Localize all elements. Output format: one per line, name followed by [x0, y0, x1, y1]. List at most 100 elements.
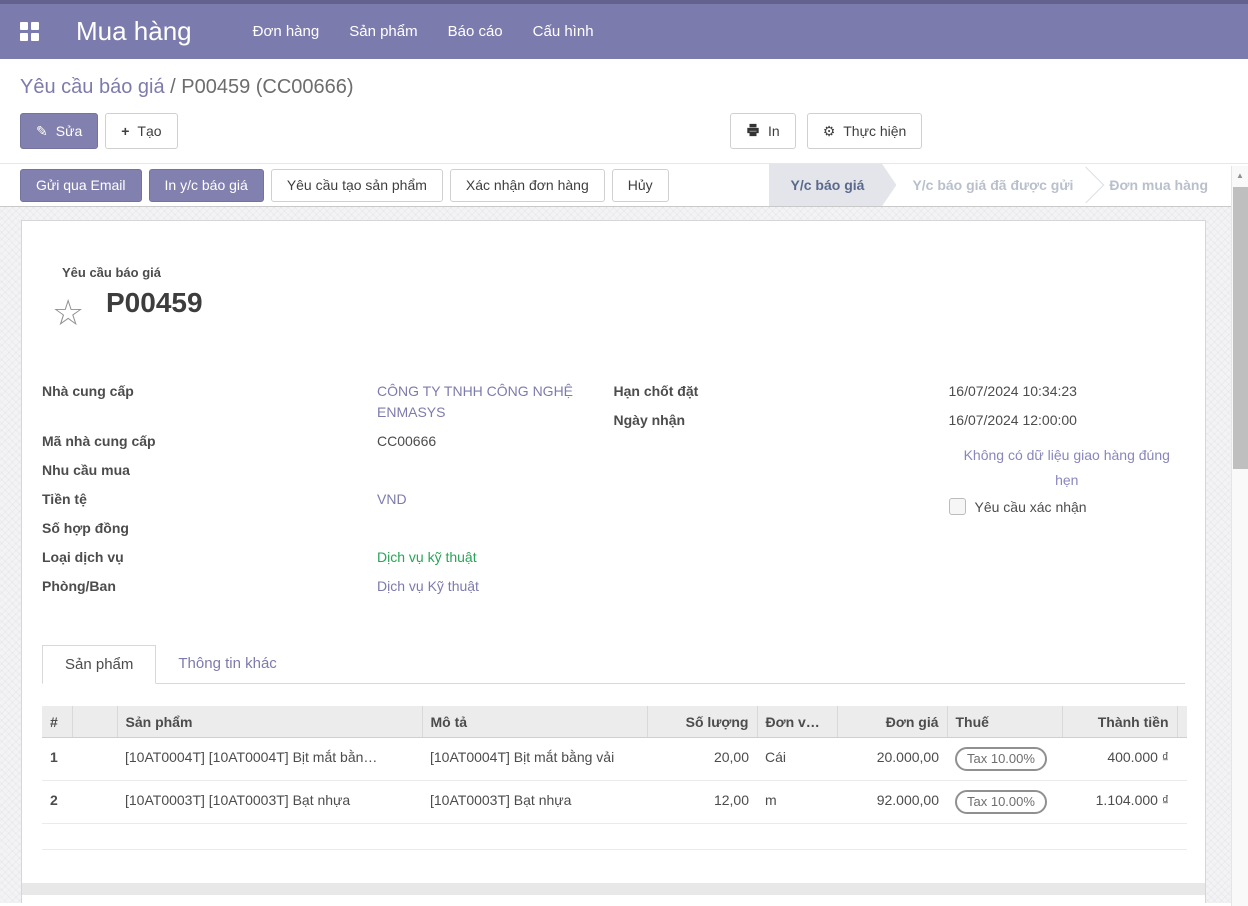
breadcrumb-parent-link[interactable]: Yêu cầu báo giá [20, 76, 165, 98]
step-rfq-sent[interactable]: Y/c báo giá đã được gửi [896, 163, 1089, 207]
request-product-button[interactable]: Yêu cầu tạo sản phẩm [271, 169, 443, 202]
field-group-right: Hạn chốt đặt 16/07/2024 10:34:23 Ngày nh… [614, 377, 1186, 601]
field-value-vendor[interactable]: CÔNG TY TNHH CÔNG NGHỆ ENMASYS [377, 377, 614, 427]
tax-badge: Tax 10.00% [955, 747, 1047, 771]
field-label-vendor-code: Mã nhà cung cấp [42, 427, 377, 456]
field-value-order-deadline: 16/07/2024 10:34:23 [949, 377, 1186, 406]
cell-subtotal: 400.000 ₫ [1062, 738, 1177, 781]
breadcrumb: Yêu cầu báo giá / P00459 (CC00666) [20, 74, 1248, 100]
breadcrumb-separator: / [170, 76, 181, 98]
cell-description: [10AT0003T] Bạt nhựa [422, 781, 647, 824]
col-index[interactable]: # [42, 706, 72, 738]
confirm-order-button[interactable]: Xác nhận đơn hàng [450, 169, 605, 202]
form-view-background: Yêu cầu báo giá P00459 ☆ Nhà cung cấp CÔ… [0, 207, 1248, 903]
vertical-scrollbar[interactable]: ▲ [1231, 166, 1248, 906]
cell-tax: Tax 10.00% [947, 781, 1062, 824]
cell-handle [72, 781, 117, 824]
cell-uom: Cái [757, 738, 837, 781]
field-value-receipt-date: 16/07/2024 12:00:00 [949, 406, 1186, 435]
table-row[interactable]: 1 [10AT0004T] [10AT0004T] Bịt mắt bằn… [… [42, 738, 1187, 781]
pencil-icon: ✎ [36, 124, 48, 138]
control-panel: Yêu cầu báo giá / P00459 (CC00666) ✎ Sửa… [0, 59, 1248, 149]
cell-price: 20.000,00 [837, 738, 947, 781]
plus-icon: + [121, 124, 129, 138]
col-price[interactable]: Đơn giá [837, 706, 947, 738]
confirm-checkbox-label: Yêu cầu xác nhận [975, 499, 1087, 515]
cell-handle [72, 738, 117, 781]
col-uom[interactable]: Đơn v… [757, 706, 837, 738]
notebook-tabs: Sản phẩm Thông tin khác [42, 645, 1185, 684]
cell-qty: 12,00 [647, 781, 757, 824]
cell-qty: 20,00 [647, 738, 757, 781]
field-value-vendor-code: CC00666 [377, 427, 614, 456]
field-group-left: Nhà cung cấp CÔNG TY TNHH CÔNG NGHỆ ENMA… [42, 377, 614, 601]
action-gear-button[interactable]: ⚙ Thực hiện [807, 113, 923, 149]
col-product[interactable]: Sản phẩm [117, 706, 422, 738]
step-rfq[interactable]: Y/c báo giá [769, 163, 897, 207]
field-label-contract-no: Số hợp đồng [42, 514, 377, 543]
cell-product: [10AT0003T] [10AT0003T] Bạt nhựa [117, 781, 422, 824]
field-value-purchase-need [377, 456, 614, 485]
print-button[interactable]: In [730, 113, 796, 149]
col-qty[interactable]: Số lượng [647, 706, 757, 738]
record-type-label: Yêu cầu báo giá [62, 265, 1185, 280]
cell-index: 2 [42, 781, 72, 824]
scroll-up-arrow-icon[interactable]: ▲ [1232, 166, 1248, 184]
menu-products[interactable]: Sản phẩm [334, 14, 432, 49]
col-subtotal[interactable]: Thành tiền [1062, 706, 1177, 738]
cell-price: 92.000,00 [837, 781, 947, 824]
col-tax[interactable]: Thuế [947, 706, 1062, 738]
print-rfq-button[interactable]: In y/c báo giá [149, 169, 264, 202]
cell-index: 1 [42, 738, 72, 781]
apps-grid-icon[interactable] [18, 21, 40, 43]
record-name: P00459 [106, 286, 1185, 319]
cell-tax: Tax 10.00% [947, 738, 1062, 781]
top-navbar: Mua hàng Đơn hàng Sản phẩm Báo cáo Cấu h… [0, 0, 1248, 59]
on-time-delivery-note: Không có dữ liệu giao hàng đúng hẹn [949, 435, 1186, 495]
gear-icon: ⚙ [823, 124, 836, 138]
field-value-contract-no [377, 514, 614, 543]
field-label-service-type: Loại dịch vụ [42, 543, 377, 572]
breadcrumb-current: P00459 (CC00666) [181, 76, 353, 98]
send-email-button[interactable]: Gửi qua Email [20, 169, 142, 202]
field-label-department: Phòng/Ban [42, 572, 377, 601]
confirm-checkbox[interactable] [949, 498, 966, 515]
main-menu: Đơn hàng Sản phẩm Báo cáo Cấu hình [238, 14, 609, 49]
menu-config[interactable]: Cấu hình [518, 14, 609, 49]
order-lines-table: # Sản phẩm Mô tả Số lượng Đơn v… Đơn giá… [42, 706, 1187, 850]
cell-subtotal: 1.104.000 ₫ [1062, 781, 1177, 824]
tab-other-info[interactable]: Thông tin khác [156, 645, 298, 683]
form-sheet: Yêu cầu báo giá P00459 ☆ Nhà cung cấp CÔ… [21, 220, 1206, 903]
cell-description: [10AT0004T] Bịt mắt bằng vải [422, 738, 647, 781]
table-row[interactable]: 2 [10AT0003T] [10AT0003T] Bạt nhựa [10AT… [42, 781, 1187, 824]
field-label-receipt-date: Ngày nhận [614, 406, 949, 435]
statusbar: Gửi qua Email In y/c báo giá Yêu cầu tạo… [0, 163, 1248, 207]
step-purchase-order[interactable]: Đơn mua hàng [1093, 163, 1224, 207]
printer-icon [746, 123, 760, 139]
table-empty-row [42, 824, 1187, 850]
tab-products[interactable]: Sản phẩm [42, 645, 156, 684]
menu-reports[interactable]: Báo cáo [433, 14, 518, 49]
field-value-service-type[interactable]: Dịch vụ kỹ thuật [377, 543, 614, 572]
cancel-button[interactable]: Hủy [612, 169, 669, 202]
cell-uom: m [757, 781, 837, 824]
field-label-vendor: Nhà cung cấp [42, 377, 377, 427]
app-title[interactable]: Mua hàng [76, 16, 192, 47]
field-label-order-deadline: Hạn chốt đặt [614, 377, 949, 406]
favorite-star-icon[interactable]: ☆ [52, 295, 84, 331]
scrollbar-thumb[interactable] [1233, 187, 1248, 469]
create-button[interactable]: + Tạo [105, 113, 177, 149]
col-handle [72, 706, 117, 738]
status-steps: Y/c báo giá Y/c báo giá đã được gửi Đơn … [769, 163, 1224, 207]
menu-orders[interactable]: Đơn hàng [238, 14, 335, 49]
table-header-row: # Sản phẩm Mô tả Số lượng Đơn v… Đơn giá… [42, 706, 1187, 738]
field-label-purchase-need: Nhu cầu mua [42, 456, 377, 485]
edit-button[interactable]: ✎ Sửa [20, 113, 98, 149]
field-value-currency[interactable]: VND [377, 485, 614, 514]
field-value-department[interactable]: Dịch vụ Kỹ thuật [377, 572, 614, 601]
col-description[interactable]: Mô tả [422, 706, 647, 738]
field-label-currency: Tiền tệ [42, 485, 377, 514]
column-options-icon[interactable]: ⋮ [1177, 706, 1187, 738]
cell-product: [10AT0004T] [10AT0004T] Bịt mắt bằn… [117, 738, 422, 781]
section-divider [22, 883, 1205, 895]
